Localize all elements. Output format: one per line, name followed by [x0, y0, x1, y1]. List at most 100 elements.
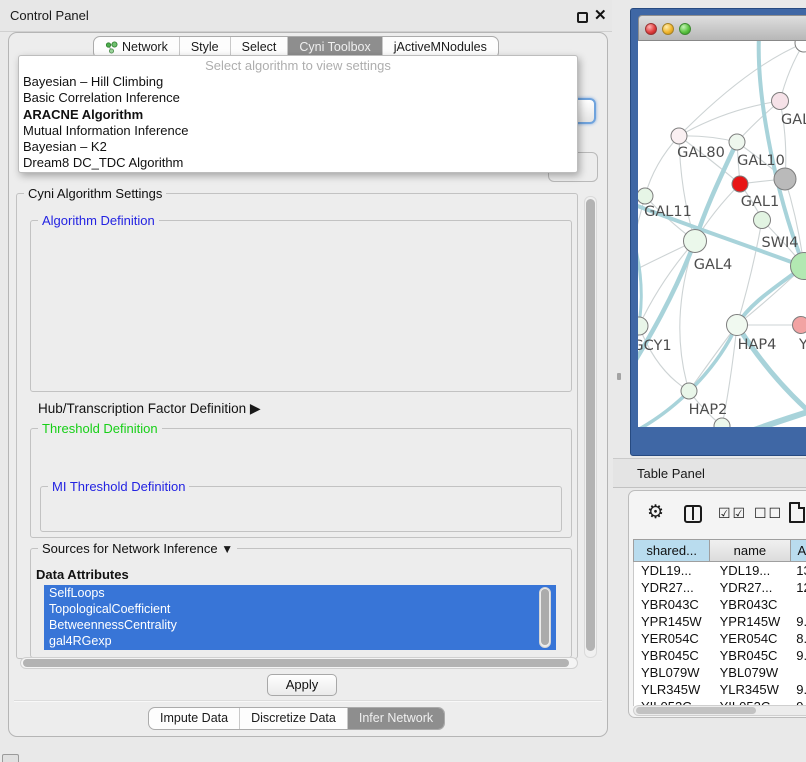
column-header-cut[interactable]: A — [791, 540, 806, 561]
tab-impute-data[interactable]: Impute Data — [149, 708, 240, 729]
cell: 9. — [791, 613, 806, 630]
dropdown-item[interactable]: Basic Correlation Inference — [19, 90, 577, 106]
zoom-traffic-light-icon[interactable] — [679, 23, 691, 35]
tab-infer-network[interactable]: Infer Network — [348, 708, 444, 729]
algorithm-definition-legend: Algorithm Definition — [38, 213, 159, 228]
node-label: GAL1 — [741, 194, 779, 210]
control-panel-titlebar: Control Panel ✕ — [0, 0, 612, 32]
node-label: GAL10 — [737, 153, 785, 169]
settings-horizontal-scrollbar[interactable] — [20, 657, 578, 669]
cell: YBL079W — [711, 664, 792, 681]
hub-definition-label: Hub/Transcription Factor Definition — [38, 401, 246, 416]
panel-divider — [14, 700, 602, 702]
apply-button[interactable]: Apply — [267, 674, 337, 696]
network-node-gal4[interactable] — [684, 230, 707, 253]
table-row[interactable]: YBR045C YBR045C 9. — [634, 647, 806, 664]
node-label: GAL80 — [677, 145, 725, 161]
network-node-gal10[interactable] — [729, 134, 745, 150]
node-label: HAP4 — [738, 337, 777, 353]
table-row[interactable]: YBR043C YBR043C — [634, 596, 806, 613]
threshold-definition-legend: Threshold Definition — [38, 421, 162, 436]
tab-discretize-data[interactable]: Discretize Data — [240, 708, 348, 729]
network-canvas[interactable]: GAL GAL80 GAL10 GAL1 GAL11 SWI4 GAL4 GCY… — [638, 41, 806, 427]
sources-legend[interactable]: Sources for Network Inference ▼ — [38, 541, 237, 556]
hub-definition-toggle[interactable]: Hub/Transcription Factor Definition ▶ — [38, 400, 261, 417]
columns-icon[interactable] — [684, 505, 702, 523]
cell: 13 — [791, 562, 806, 579]
dropdown-item-selected[interactable]: ARACNE Algorithm — [19, 107, 577, 123]
dropdown-item[interactable]: Mutual Information Inference — [19, 123, 577, 139]
node-label: GCY1 — [638, 338, 672, 354]
cell: YBR043C — [711, 596, 792, 613]
gear-icon[interactable]: ⚙ — [647, 501, 664, 524]
network-node-gal11[interactable] — [638, 188, 653, 204]
cell: YDR27... — [634, 579, 711, 596]
close-icon[interactable]: ✕ — [594, 7, 607, 25]
splitpane-handle[interactable] — [617, 373, 621, 380]
tab-infer-network-label: Infer Network — [359, 708, 433, 729]
network-node-gal1[interactable] — [754, 212, 771, 229]
cell: 9. — [791, 681, 806, 698]
table-row[interactable]: YER054C YER054C 8. — [634, 630, 806, 647]
list-vertical-scrollbar[interactable] — [539, 587, 551, 648]
cyni-settings-legend: Cyni Algorithm Settings — [24, 186, 166, 201]
network-window-titlebar — [638, 15, 806, 41]
select-all-checkboxes-icon[interactable]: ☑☑ — [718, 505, 747, 522]
table-row[interactable]: YDL19... YDL19... 13 — [634, 562, 806, 579]
cell: YER054C — [634, 630, 711, 647]
float-window-icon[interactable] — [577, 12, 588, 23]
cell: YDR27... — [711, 579, 792, 596]
export-table-icon[interactable] — [789, 502, 805, 523]
minimized-panel-button[interactable] — [2, 754, 19, 762]
dropdown-item[interactable]: Dream8 DC_TDC Algorithm — [19, 155, 577, 171]
cell: 12 — [791, 579, 806, 596]
node-label: Y — [798, 337, 806, 353]
list-item[interactable]: gal4RGexp — [44, 633, 556, 649]
table-body: YDL19... YDL19... 13 YDR27... YDR27... 1… — [633, 562, 806, 706]
list-item[interactable]: TopologicalCoefficient — [44, 601, 556, 617]
data-attributes-label: Data Attributes — [36, 567, 129, 582]
close-traffic-light-icon[interactable] — [645, 23, 657, 35]
data-attributes-list: SelfLoops TopologicalCoefficient Between… — [44, 585, 556, 650]
dropdown-item[interactable]: Bayesian – Hill Climbing — [19, 74, 577, 90]
cell: YDL19... — [711, 562, 792, 579]
scrollbar-thumb[interactable] — [23, 659, 569, 667]
dropdown-item[interactable]: Bayesian – K2 — [19, 139, 577, 155]
network-node[interactable] — [714, 418, 730, 427]
network-node-gray[interactable] — [774, 168, 796, 190]
list-item[interactable]: BetweennessCentrality — [44, 617, 556, 633]
cell: YPR145W — [634, 613, 711, 630]
network-node-salmon[interactable] — [793, 317, 806, 334]
control-panel-title: Control Panel — [10, 0, 89, 32]
network-node-gcy1[interactable] — [638, 317, 648, 335]
column-header-shared-name[interactable]: shared... — [634, 540, 710, 561]
minimize-traffic-light-icon[interactable] — [662, 23, 674, 35]
network-node-hap2[interactable] — [681, 383, 697, 399]
scrollbar-thumb[interactable] — [636, 707, 756, 714]
scrollbar-thumb[interactable] — [586, 199, 595, 651]
table-row[interactable]: YLR345W YLR345W 9. — [634, 681, 806, 698]
column-header-name[interactable]: name — [710, 540, 790, 561]
list-item[interactable]: SelfLoops — [44, 585, 556, 601]
cell: YLR345W — [711, 681, 792, 698]
network-icon — [105, 41, 118, 54]
cell: YER054C — [711, 630, 792, 647]
table-row[interactable]: YDR27... YDR27... 12 — [634, 579, 806, 596]
node-label: HAP2 — [689, 402, 728, 418]
mi-threshold-legend: MI Threshold Definition — [48, 479, 189, 494]
network-node-selected-red[interactable] — [732, 176, 748, 192]
table-row[interactable]: YPR145W YPR145W 9. — [634, 613, 806, 630]
settings-vertical-scrollbar[interactable] — [584, 196, 597, 658]
deselect-all-checkboxes-icon[interactable]: ☐☐ — [754, 505, 783, 522]
node-label: GAL11 — [644, 204, 692, 220]
table-row[interactable]: YBL079W YBL079W — [634, 664, 806, 681]
network-node[interactable] — [772, 93, 789, 110]
network-node-gal80[interactable] — [671, 128, 687, 144]
expanded-arrow-icon: ▼ — [221, 542, 233, 556]
table-horizontal-scrollbar[interactable] — [633, 705, 806, 716]
network-node[interactable] — [795, 41, 806, 52]
table-panel-titlebar: Table Panel — [613, 458, 806, 488]
scrollbar-thumb[interactable] — [541, 589, 549, 645]
network-view-window: GAL GAL80 GAL10 GAL1 GAL11 SWI4 GAL4 GCY… — [630, 8, 806, 456]
network-node-hap4[interactable] — [727, 315, 748, 336]
